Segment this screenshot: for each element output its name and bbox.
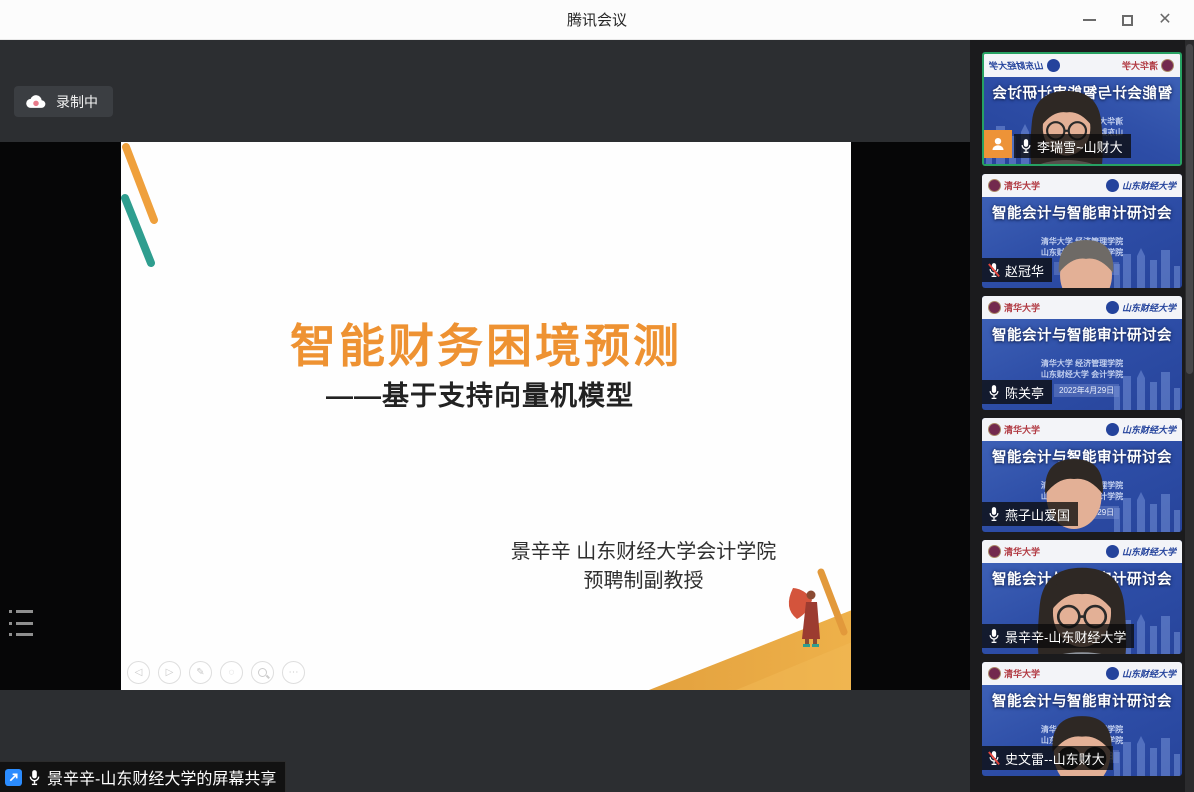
participant-name: 赵冠华	[1005, 261, 1044, 280]
conference-banner-title: 智能会计与智能审计研讨会	[982, 324, 1182, 345]
tsinghua-logo-icon	[988, 301, 1001, 314]
participant-tile[interactable]: 清华大学 山东财经大学 智能会计与智能审计研讨会 清华大学 经济管理学院 山东财…	[982, 52, 1182, 166]
maximize-button[interactable]	[1108, 0, 1146, 40]
maximize-icon	[1122, 15, 1133, 26]
close-button[interactable]: ✕	[1146, 0, 1184, 40]
sidebar-scrollbar[interactable]	[1185, 40, 1194, 792]
mic-status-icon	[988, 384, 1000, 400]
window-titlebar: 腾讯会议 ✕	[0, 0, 1194, 40]
slideshow-next-button[interactable]: ▷	[158, 661, 181, 684]
presentation-slide: 智能财务困境预测 ——基于支持向量机模型 景辛辛 山东财经大学会计学院 预聘制副…	[121, 142, 851, 690]
mic-status-icon	[988, 628, 1000, 644]
tsinghua-logo-text: 清华大学	[1004, 301, 1040, 314]
participant-label-row: 陈关亭	[982, 380, 1052, 404]
screen-share-banner: 景辛辛-山东财经大学的屏幕共享	[0, 761, 286, 792]
close-icon: ✕	[1158, 12, 1171, 28]
minimize-button[interactable]	[1070, 0, 1108, 40]
shared-screen-frame: 智能财务困境预测 ——基于支持向量机模型 景辛辛 山东财经大学会计学院 预聘制副…	[0, 142, 970, 690]
participant-label-row: 赵冠华	[982, 258, 1052, 282]
slideshow-prev-button[interactable]: ◁	[127, 661, 150, 684]
participant-name-strip: 景辛辛-山东财经大学	[982, 624, 1134, 648]
mic-status-icon	[988, 750, 1000, 766]
participant-label-row: 史文雷--山东财大	[982, 746, 1113, 770]
microphone-icon	[28, 769, 41, 786]
slideshow-toolbar: ◁ ▷ ✎ ◌ ⋯	[127, 661, 305, 684]
participant-tile[interactable]: 清华大学 山东财经大学 智能会计与智能审计研讨会 清华大学 经济管理学院 山东财…	[982, 662, 1182, 776]
slideshow-ink-button[interactable]: ◌	[220, 661, 243, 684]
participant-tile[interactable]: 清华大学 山东财经大学 智能会计与智能审计研讨会 清华大学 经济管理学院 山东财…	[982, 418, 1182, 532]
scrollbar-thumb[interactable]	[1186, 44, 1193, 374]
slide-subtitle: ——基于支持向量机模型	[326, 374, 634, 413]
participant-label-row: 景辛辛-山东财经大学	[982, 624, 1134, 648]
slide-title: 智能财务困境预测	[121, 310, 851, 376]
minimize-icon	[1083, 19, 1096, 21]
slideshow-more-button[interactable]: ⋯	[282, 661, 305, 684]
participant-name: 陈关亭	[1005, 383, 1044, 402]
participants-sidebar: 清华大学 山东财经大学 智能会计与智能审计研讨会 清华大学 经济管理学院 山东财…	[970, 40, 1194, 792]
slideshow-zoom-button[interactable]	[251, 661, 274, 684]
host-indicator-icon	[984, 130, 1012, 158]
screen-share-label: 景辛辛-山东财经大学的屏幕共享	[47, 765, 276, 789]
participant-tile[interactable]: 清华大学 山东财经大学 智能会计与智能审计研讨会 清华大学 经济管理学院 山东财…	[982, 174, 1182, 288]
skyline-graphic	[1110, 368, 1182, 410]
window-title: 腾讯会议	[567, 9, 627, 30]
participant-name-strip: 史文雷--山东财大	[982, 746, 1113, 770]
magnifier-icon	[258, 668, 267, 677]
virtual-bg-logo-band: 清华大学 山东财经大学	[982, 296, 1182, 319]
participant-name-strip: 李瑞雪~山财大	[1014, 134, 1131, 158]
participant-tile[interactable]: 清华大学 山东财经大学 智能会计与智能审计研讨会 清华大学 经济管理学院 山东财…	[982, 540, 1182, 654]
slideshow-pen-button[interactable]: ✎	[189, 661, 212, 684]
participant-name: 景辛辛-山东财经大学	[1005, 627, 1126, 646]
mic-status-icon	[1020, 138, 1032, 154]
recording-indicator[interactable]: 录制中	[14, 86, 113, 117]
participant-name: 李瑞雪~山财大	[1037, 137, 1123, 156]
slide-presenter-info: 景辛辛 山东财经大学会计学院 预聘制副教授	[496, 538, 791, 596]
presenter-line2: 预聘制副教授	[496, 567, 791, 596]
window-controls: ✕	[1070, 0, 1184, 40]
slide-decorations	[121, 142, 851, 690]
participant-name-strip: 陈关亭	[982, 380, 1052, 404]
participant-name: 燕子山爱国	[1005, 505, 1070, 524]
sdufe-logo-icon	[1106, 301, 1119, 314]
participant-name: 史文雷--山东财大	[1005, 749, 1105, 768]
sdufe-logo: 山东财经大学	[1106, 301, 1176, 314]
shared-screen-stage: 智能财务困境预测 ——基于支持向量机模型 景辛辛 山东财经大学会计学院 预聘制副…	[0, 40, 970, 792]
tsinghua-logo: 清华大学	[988, 301, 1040, 314]
recording-label: 录制中	[56, 92, 98, 112]
participant-label-row: 燕子山爱国	[982, 502, 1078, 526]
annotation-list-icon[interactable]	[9, 610, 39, 636]
participant-name-strip: 赵冠华	[982, 258, 1052, 282]
tencent-meeting-window: 腾讯会议 ✕	[0, 0, 1194, 792]
screen-share-icon	[5, 769, 22, 786]
cloud-record-icon	[25, 94, 47, 109]
participant-tile[interactable]: 清华大学 山东财经大学 智能会计与智能审计研讨会 清华大学 经济管理学院 山东财…	[982, 296, 1182, 410]
presenter-line1: 景辛辛 山东财经大学会计学院	[496, 538, 791, 567]
sdufe-logo-text: 山东财经大学	[1122, 301, 1176, 314]
participant-label-row: 李瑞雪~山财大	[984, 130, 1131, 158]
mic-status-icon	[988, 262, 1000, 278]
mic-status-icon	[988, 506, 1000, 522]
participant-name-strip: 燕子山爱国	[982, 502, 1078, 526]
